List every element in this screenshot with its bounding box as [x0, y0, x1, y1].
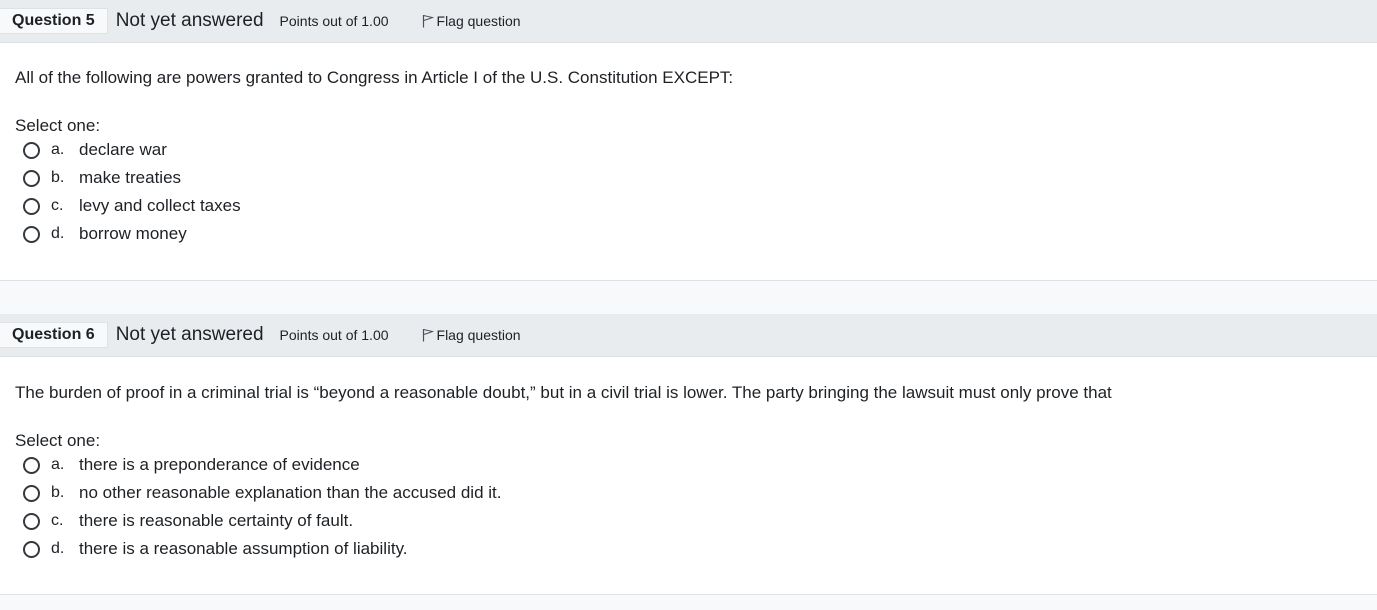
question-text: All of the following are powers granted … — [15, 68, 734, 87]
answer-letter: b. — [51, 169, 65, 186]
question-number: Question 6 — [0, 322, 108, 348]
answer-text: there is reasonable certainty of fault. — [79, 511, 354, 530]
question-6: Question 6 Not yet answered Points out o… — [0, 314, 1377, 595]
radio-button[interactable] — [23, 540, 40, 558]
answer-letter: a. — [51, 456, 65, 473]
answer-option-c[interactable]: c. there is reasonable certainty of faul… — [0, 507, 1377, 535]
question-content: All of the following are powers granted … — [0, 43, 1377, 281]
radio-button[interactable] — [23, 141, 40, 159]
answer-option-d[interactable]: d. borrow money — [0, 220, 1377, 248]
answer-text: there is a preponderance of evidence — [79, 455, 360, 474]
answer-option-a[interactable]: a. there is a preponderance of evidence — [0, 451, 1377, 479]
answer-letter: b. — [51, 484, 65, 501]
flag-question-label: Flag question — [436, 327, 521, 343]
answer-text: declare war — [79, 140, 167, 159]
question-grade: Points out of 1.00 — [279, 327, 389, 343]
answer-option-a[interactable]: a. declare war — [0, 136, 1377, 164]
radio-button[interactable] — [23, 225, 40, 243]
answer-text: make treaties — [79, 168, 182, 187]
flag-question-label: Flag question — [436, 13, 521, 29]
answer-letter: a. — [51, 141, 65, 158]
question-header: Question 5 Not yet answered Points out o… — [0, 0, 1377, 43]
radio-button[interactable] — [23, 456, 40, 474]
answer-text: no other reasonable explanation than the… — [79, 483, 502, 502]
radio-button[interactable] — [23, 512, 40, 530]
flag-icon — [422, 15, 434, 28]
flag-icon — [422, 329, 434, 342]
select-one-prompt: Select one: — [15, 116, 101, 135]
flag-question-button[interactable]: Flag question — [422, 13, 521, 29]
answer-letter: c. — [51, 197, 64, 214]
answer-list: a. declare war b. make treaties c. levy … — [0, 136, 1377, 248]
question-number: Question 5 — [0, 8, 108, 34]
answer-letter: d. — [51, 540, 65, 557]
answer-option-d[interactable]: d. there is a reasonable assumption of l… — [0, 535, 1377, 563]
answer-letter: c. — [51, 512, 64, 529]
question-header: Question 6 Not yet answered Points out o… — [0, 314, 1377, 357]
flag-question-button[interactable]: Flag question — [422, 327, 521, 343]
answer-option-c[interactable]: c. levy and collect taxes — [0, 192, 1377, 220]
answer-option-b[interactable]: b. no other reasonable explanation than … — [0, 479, 1377, 507]
question-grade: Points out of 1.00 — [279, 13, 389, 29]
answer-text: levy and collect taxes — [79, 196, 241, 215]
question-text: The burden of proof in a criminal trial … — [15, 383, 1112, 402]
question-5: Question 5 Not yet answered Points out o… — [0, 0, 1377, 281]
question-state: Not yet answered — [115, 324, 264, 345]
question-content: The burden of proof in a criminal trial … — [0, 357, 1377, 595]
select-one-prompt: Select one: — [15, 431, 101, 450]
radio-button[interactable] — [23, 197, 40, 215]
radio-button[interactable] — [23, 169, 40, 187]
answer-text: there is a reasonable assumption of liab… — [79, 539, 408, 558]
answer-option-b[interactable]: b. make treaties — [0, 164, 1377, 192]
answer-list: a. there is a preponderance of evidence … — [0, 451, 1377, 563]
radio-button[interactable] — [23, 484, 40, 502]
answer-text: borrow money — [79, 224, 187, 243]
answer-letter: d. — [51, 225, 65, 242]
question-state: Not yet answered — [115, 10, 264, 31]
